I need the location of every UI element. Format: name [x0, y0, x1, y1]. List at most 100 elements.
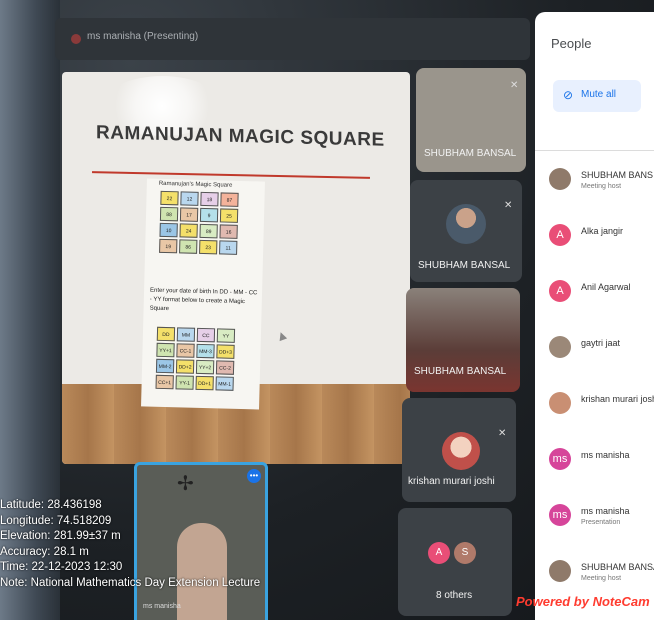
- participant-role: Presentation: [581, 519, 621, 526]
- participant-name: SHUBHAM BANS: [581, 170, 654, 180]
- participant-tile[interactable]: SHUBHAM BANSAL: [406, 288, 520, 392]
- grid-cell: MM-2: [155, 358, 175, 374]
- avatar: S: [454, 542, 476, 564]
- grid-cell: CC-2: [215, 360, 235, 375]
- participant-row[interactable]: A Alka jangir: [545, 216, 654, 272]
- grid-cell: MM-3: [196, 343, 215, 359]
- grid-cell: DD+3: [216, 344, 235, 359]
- participant-name: Alka jangir: [581, 226, 624, 236]
- grid-cell: DD+1: [195, 375, 214, 391]
- grid-cell: MM: [176, 327, 196, 342]
- presenter-label: ms manisha (Presenting): [87, 31, 199, 42]
- notecam-watermark: Powered by NoteCam: [516, 594, 650, 609]
- grid-cell: 12: [180, 191, 199, 206]
- tile-name: SHUBHAM BANSAL: [414, 366, 507, 377]
- longitude-text: Longitude: 74.518209: [0, 514, 112, 527]
- participant-name: ms manisha: [581, 450, 630, 460]
- participant-tile[interactable]: ✕ SHUBHAM BANSAL: [416, 68, 526, 172]
- participant-row[interactable]: SHUBHAM BANS Meeting host: [545, 160, 654, 216]
- avatar: [446, 204, 486, 244]
- avatar: [549, 392, 571, 414]
- participant-name: Anil Agarwal: [581, 282, 631, 292]
- participant-tile[interactable]: ✕ krishan murari joshi: [402, 398, 516, 502]
- participant-name: SHUBHAM BANSAL: [581, 562, 654, 572]
- avatar: ms: [549, 448, 571, 470]
- shared-slide: RAMANUJAN MAGIC SQUARE Ramanujan's Magic…: [62, 72, 410, 464]
- people-panel: People ⊘ Mute all SHUBHAM BANS Meeting ho…: [535, 12, 654, 620]
- participant-role: Meeting host: [581, 575, 622, 582]
- presentation-bar: ms manisha (Presenting): [55, 18, 530, 60]
- grid-cell: CC-1: [176, 343, 195, 358]
- grid-cell: 19: [159, 238, 178, 254]
- grid-cell: YY+1: [156, 342, 175, 358]
- participant-name: ms manisha: [581, 506, 630, 516]
- grid-cell: 88: [159, 206, 179, 222]
- mic-off-icon: ⊘: [563, 88, 574, 102]
- grid-cell: CC+1: [155, 374, 174, 390]
- grid-cell: 10: [159, 222, 178, 238]
- ceiling-fan: ✢: [177, 473, 194, 495]
- time-text: Time: 22-12-2023 12:30: [0, 561, 123, 573]
- participant-tile[interactable]: ✕ SHUBHAM BANSAL: [410, 180, 522, 282]
- magic-square-grid: 22 12 18 87 88 17 9 25 10 24 89 16 19 86 23 11: [159, 190, 239, 255]
- presenter-avatar: [71, 34, 81, 44]
- slide-page: Ramanujan's Magic Square 22 12 18 87 88 17 9 25…: [141, 178, 265, 410]
- grid-cell: 22: [160, 190, 179, 206]
- mute-all-button[interactable]: ⊘ Mute all: [553, 80, 641, 112]
- grid-cell: 89: [199, 223, 218, 239]
- grid-cell: 16: [219, 224, 238, 239]
- grid-cell: CC: [196, 327, 216, 343]
- grid-cell: 87: [220, 192, 239, 207]
- self-name: ms manisha: [143, 603, 181, 610]
- latitude-text: Latitude: 28.436198: [0, 499, 102, 511]
- participant-row[interactable]: ms ms manisha: [545, 440, 654, 496]
- divider: [535, 150, 654, 151]
- note-text: Note: National Mathematics Day Extension…: [0, 576, 261, 589]
- mouse-pointer-icon: [276, 330, 288, 342]
- grid-cell: YY-1: [175, 375, 194, 390]
- avatar: A: [549, 280, 571, 302]
- title-underline: [92, 171, 370, 179]
- mic-off-icon: ✕: [498, 428, 507, 439]
- grid-cell: 23: [199, 239, 218, 255]
- tile-name: SHUBHAM BANSAL: [424, 148, 517, 159]
- mic-off-icon: ✕: [510, 80, 519, 91]
- grid-cell: YY: [216, 328, 236, 343]
- grid-cell: YY+2: [195, 359, 215, 375]
- accuracy-text: Accuracy: 28.1 m: [0, 545, 89, 558]
- slide-title: RAMANUJAN MAGIC SQUARE: [96, 122, 385, 151]
- avatar: [549, 560, 571, 582]
- grid-cell: 24: [179, 223, 198, 238]
- grid-cell: 25: [219, 208, 239, 223]
- avatar: [442, 432, 480, 470]
- avatar: A: [549, 224, 571, 246]
- grid-cell: 86: [179, 239, 198, 254]
- participant-row[interactable]: krishan murari josh: [545, 384, 654, 440]
- page-subtitle: Ramanujan's Magic Square: [158, 180, 233, 189]
- grid-cell: MM-1: [215, 376, 234, 391]
- mute-all-label: Mute all: [581, 89, 617, 100]
- grid-cell: 18: [200, 191, 219, 207]
- tile-name: SHUBHAM BANSAL: [418, 260, 511, 271]
- grid-cell: DD+2: [175, 359, 195, 374]
- grid-cell: 9: [199, 207, 219, 223]
- elevation-text: Elevation: 281.99±37 m: [0, 530, 121, 542]
- photo-of-screen: ms manisha (Presenting) RAMANUJAN MAGIC …: [0, 0, 654, 620]
- participant-list: SHUBHAM BANS Meeting host A Alka jangir A Ani…: [545, 160, 654, 608]
- participant-role: Meeting host: [581, 183, 622, 190]
- grid-cell: 11: [219, 240, 238, 255]
- participant-name: krishan murari josh: [581, 394, 654, 404]
- tile-name: 8 others: [436, 590, 473, 601]
- dob-instruction: Enter your date of birth In DD - MM - CC…: [149, 287, 258, 313]
- participant-row[interactable]: gaytri jaat: [545, 328, 654, 384]
- panel-title: People: [551, 36, 592, 51]
- more-options-icon[interactable]: •••: [247, 469, 261, 483]
- geo-overlay: Latitude: 28.436198 Longitude: 74.518209…: [0, 498, 261, 591]
- others-tile[interactable]: A S 8 others: [398, 508, 512, 616]
- participant-row[interactable]: A Anil Agarwal: [545, 272, 654, 328]
- avatar: ms: [549, 504, 571, 526]
- grid-cell: 17: [179, 207, 199, 222]
- participant-row[interactable]: ms ms manisha Presentation: [545, 496, 654, 552]
- grid-cell: DD: [156, 326, 176, 342]
- avatar: [549, 168, 571, 190]
